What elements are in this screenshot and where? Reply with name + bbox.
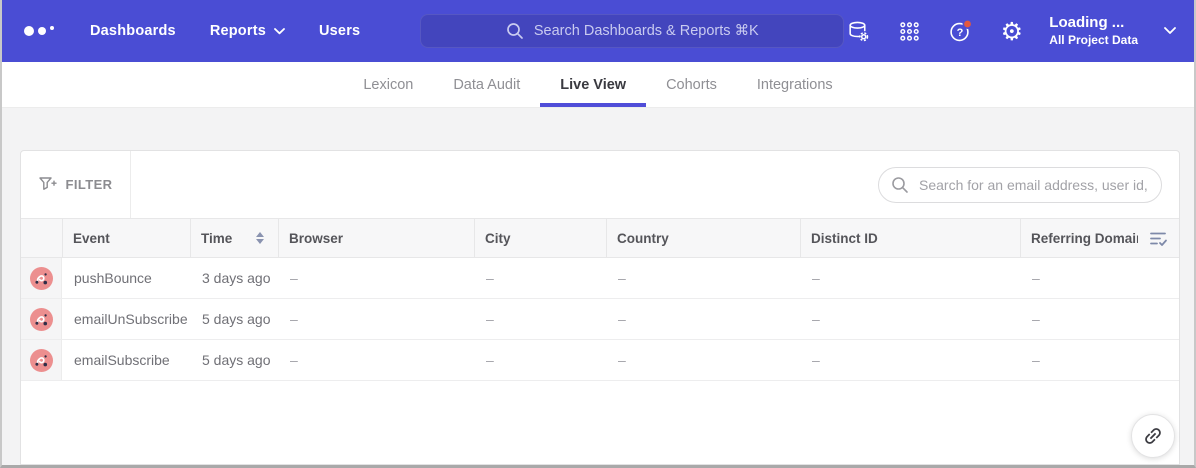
table-row[interactable]: pushBounce 3 days ago – – – – –: [21, 258, 1179, 299]
data-management-button[interactable]: [845, 18, 872, 45]
cell-country: –: [618, 352, 626, 368]
col-distinct-id[interactable]: Distinct ID: [800, 219, 1020, 257]
project-switcher[interactable]: Loading ... All Project Data: [1049, 14, 1138, 48]
navbar-right-group: ? ⚙ Loading ... All Project Data: [845, 14, 1176, 48]
col-referring-domain[interactable]: Referring Domain: [1020, 219, 1138, 257]
cell-referring-domain: –: [1032, 311, 1040, 327]
filter-funnel-icon: [38, 177, 57, 190]
sort-icon[interactable]: [256, 232, 264, 244]
primary-nav: Dashboards Reports Users: [90, 23, 360, 39]
secondary-tabbar: Lexicon Data Audit Live View Cohorts Int…: [2, 62, 1194, 108]
cell-distinct-id: –: [812, 270, 820, 286]
event-avatar-icon: [29, 307, 53, 331]
table-row[interactable]: emailSubscribe 5 days ago – – – – –: [21, 340, 1179, 381]
chevron-down-icon[interactable]: [1164, 27, 1176, 35]
svg-text:?: ?: [957, 26, 964, 38]
cell-referring-domain: –: [1032, 270, 1040, 286]
nav-users[interactable]: Users: [319, 23, 360, 39]
filter-button[interactable]: FILTER: [21, 151, 131, 218]
col-avatar-spacer: [21, 219, 62, 257]
tab-integrations[interactable]: Integrations: [737, 62, 853, 107]
cell-referring-domain: –: [1032, 352, 1040, 368]
cell-event: pushBounce: [74, 270, 152, 286]
row-avatar-cell: [21, 258, 62, 298]
cell-event: emailSubscribe: [74, 352, 170, 368]
event-avatar-icon: [29, 348, 53, 372]
col-time[interactable]: Time: [190, 219, 278, 257]
project-subtitle: All Project Data: [1049, 32, 1138, 47]
nav-reports[interactable]: Reports: [210, 23, 285, 39]
table-row[interactable]: emailUnSubscribe 5 days ago – – – – –: [21, 299, 1179, 340]
cell-time: 5 days ago: [202, 311, 271, 327]
events-card: FILTER Event Time Browser: [20, 150, 1180, 465]
search-icon: [507, 23, 523, 39]
col-country[interactable]: Country: [606, 219, 800, 257]
cell-distinct-id: –: [812, 311, 820, 327]
top-navbar: Dashboards Reports Users Search Dashboar…: [2, 0, 1194, 62]
cell-country: –: [618, 270, 626, 286]
link-icon: [1145, 428, 1161, 444]
gear-icon: ⚙: [1000, 16, 1023, 46]
cell-event: emailUnSubscribe: [74, 311, 188, 327]
col-event[interactable]: Event: [62, 219, 190, 257]
share-link-button[interactable]: [1131, 414, 1175, 458]
table-search: [878, 166, 1162, 203]
cell-time: 5 days ago: [202, 352, 271, 368]
help-icon: ?: [950, 18, 973, 41]
cell-city: –: [486, 270, 494, 286]
cell-browser: –: [290, 352, 298, 368]
logo-dot: [50, 26, 54, 30]
cell-city: –: [486, 311, 494, 327]
cell-browser: –: [290, 311, 298, 327]
row-avatar-cell: [21, 340, 62, 380]
col-city[interactable]: City: [474, 219, 606, 257]
live-view-page: FILTER Event Time Browser: [2, 108, 1194, 465]
tab-live-view[interactable]: Live View: [540, 62, 646, 107]
cell-time: 3 days ago: [202, 270, 271, 286]
column-settings-button[interactable]: [1138, 219, 1179, 257]
mixpanel-logo-icon[interactable]: [24, 26, 54, 36]
global-search-placeholder: Search Dashboards & Reports ⌘K: [533, 23, 759, 39]
grid-dots-icon: [900, 21, 920, 41]
table-search-input[interactable]: [917, 175, 1149, 194]
cell-country: –: [618, 311, 626, 327]
card-toolbar: FILTER: [21, 151, 1179, 218]
logo-dot: [24, 26, 34, 36]
apps-grid-button[interactable]: [896, 18, 923, 45]
col-browser[interactable]: Browser: [278, 219, 474, 257]
logo-dot: [38, 27, 46, 35]
tab-lexicon[interactable]: Lexicon: [343, 62, 433, 107]
column-list-check-icon: [1150, 232, 1167, 246]
cell-browser: –: [290, 270, 298, 286]
cell-city: –: [486, 352, 494, 368]
search-icon: [892, 176, 908, 193]
database-gear-icon: [849, 21, 869, 41]
nav-reports-label: Reports: [209, 23, 266, 39]
tab-data-audit[interactable]: Data Audit: [433, 62, 540, 107]
help-button[interactable]: ?: [947, 18, 974, 45]
tab-cohorts[interactable]: Cohorts: [646, 62, 737, 107]
chevron-down-icon: [274, 27, 285, 34]
global-search-button[interactable]: Search Dashboards & Reports ⌘K: [420, 14, 845, 48]
event-avatar-icon: [29, 266, 53, 290]
project-title: Loading ...: [1049, 14, 1125, 32]
cell-distinct-id: –: [812, 352, 820, 368]
col-time-label: Time: [201, 230, 233, 246]
app-window: Dashboards Reports Users Search Dashboar…: [0, 0, 1196, 468]
row-avatar-cell: [21, 299, 62, 339]
settings-button[interactable]: ⚙: [998, 18, 1025, 45]
table-header: Event Time Browser City Country Distinct…: [21, 218, 1179, 258]
filter-label: FILTER: [65, 177, 113, 192]
nav-dashboards[interactable]: Dashboards: [90, 23, 176, 39]
